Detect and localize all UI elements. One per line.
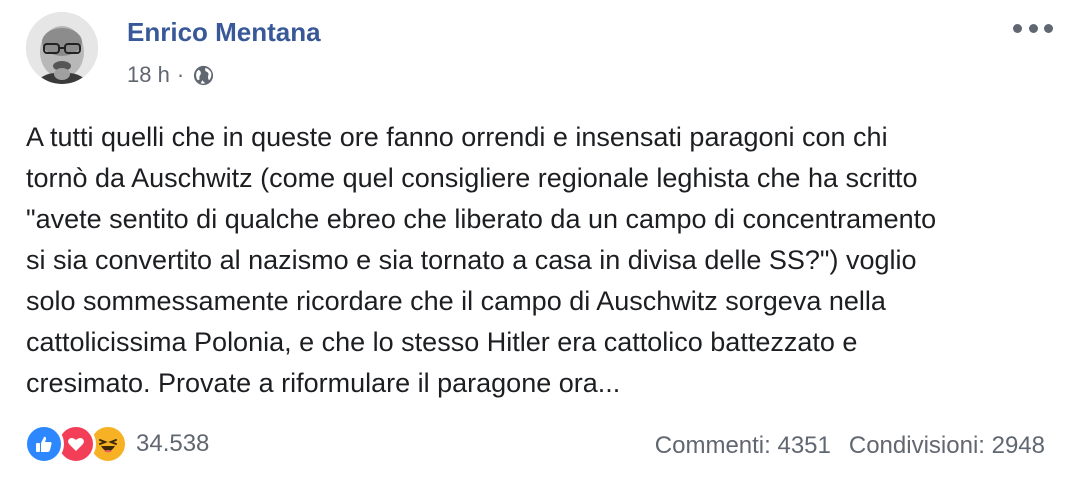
avatar-photo bbox=[26, 12, 98, 84]
dot-2 bbox=[1028, 23, 1038, 33]
reactions-summary[interactable]: 34.538 bbox=[24, 424, 209, 464]
globe-icon[interactable] bbox=[192, 64, 215, 87]
dot-3 bbox=[1044, 23, 1053, 33]
reaction-count[interactable]: 34.538 bbox=[136, 430, 209, 458]
stats-gap bbox=[831, 432, 849, 460]
post-stats: Commenti: 4351 Condivisioni: 2948 bbox=[655, 432, 1045, 460]
facebook-post: Enrico Mentana 18 h · A tutti quelli che… bbox=[0, 0, 1071, 485]
more-options-icon[interactable] bbox=[1013, 18, 1053, 38]
dot-1 bbox=[1013, 23, 1022, 33]
avatar[interactable] bbox=[26, 12, 98, 84]
post-meta: 18 h · bbox=[127, 62, 215, 88]
like-icon bbox=[24, 424, 64, 464]
shares-count[interactable]: Condivisioni: 2948 bbox=[849, 432, 1045, 460]
comments-count[interactable]: Commenti: 4351 bbox=[655, 432, 831, 460]
author-name[interactable]: Enrico Mentana bbox=[127, 17, 321, 48]
post-timestamp[interactable]: 18 h bbox=[127, 62, 170, 88]
post-text: A tutti quelli che in queste ore fanno o… bbox=[26, 122, 937, 398]
meta-separator: · bbox=[176, 62, 185, 87]
